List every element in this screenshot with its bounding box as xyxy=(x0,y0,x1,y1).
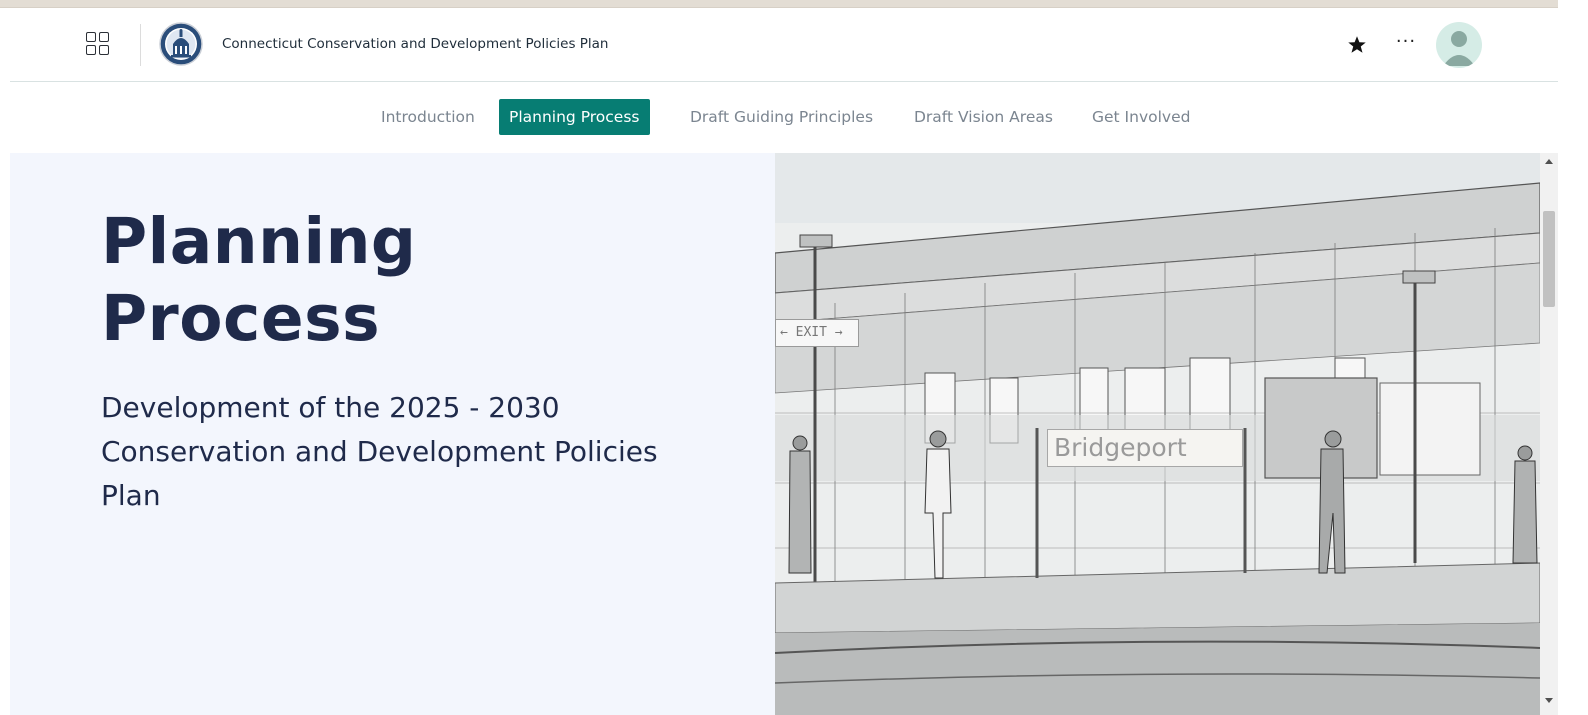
app-root: Connecticut Conservation and Development… xyxy=(0,0,1588,715)
browser-top-strip xyxy=(0,0,1588,8)
header-divider xyxy=(140,24,141,66)
scroll-up-arrow-icon[interactable] xyxy=(1545,159,1553,164)
tab-draft-guiding-principles[interactable]: Draft Guiding Principles xyxy=(680,99,883,135)
connecticut-seal-logo[interactable] xyxy=(159,22,203,66)
scrollbar-thumb[interactable] xyxy=(1543,211,1555,307)
page-subtitle-line-1: Development of the 2025 - 2030 xyxy=(101,391,560,424)
hero-section: Planning Process Development of the 2025… xyxy=(10,153,1540,715)
section-nav: Introduction Planning Process Draft Guid… xyxy=(0,82,1588,152)
site-header: Connecticut Conservation and Development… xyxy=(10,8,1558,82)
user-avatar-icon[interactable] xyxy=(1436,22,1482,68)
page-title: Planning Process xyxy=(101,203,701,357)
station-name-sign: Bridgeport xyxy=(1047,429,1243,467)
apps-grid-icon[interactable] xyxy=(86,32,112,58)
more-options-icon[interactable]: ··· xyxy=(1394,32,1418,56)
site-title[interactable]: Connecticut Conservation and Development… xyxy=(222,36,608,52)
page-title-line-1: Planning xyxy=(101,205,417,278)
avatar-silhouette xyxy=(1443,31,1475,66)
tab-draft-vision-areas[interactable]: Draft Vision Areas xyxy=(904,99,1063,135)
hero-image-train-station: Bridgeport ← EXIT → xyxy=(775,153,1540,715)
page-title-line-2: Process xyxy=(101,282,381,355)
tab-introduction[interactable]: Introduction xyxy=(371,99,485,135)
page-subtitle-line-2: Conservation and Development Policies xyxy=(101,435,658,468)
scroll-down-arrow-icon[interactable] xyxy=(1545,698,1553,703)
right-gutter xyxy=(1558,0,1588,715)
page-subtitle: Development of the 2025 - 2030 Conservat… xyxy=(101,386,681,518)
tab-planning-process[interactable]: Planning Process xyxy=(499,99,650,135)
tab-get-involved[interactable]: Get Involved xyxy=(1082,99,1200,135)
vertical-scrollbar[interactable] xyxy=(1540,153,1558,715)
star-icon[interactable] xyxy=(1346,34,1368,56)
page-subtitle-line-3: Plan xyxy=(101,479,161,512)
exit-sign: ← EXIT → xyxy=(775,319,859,347)
